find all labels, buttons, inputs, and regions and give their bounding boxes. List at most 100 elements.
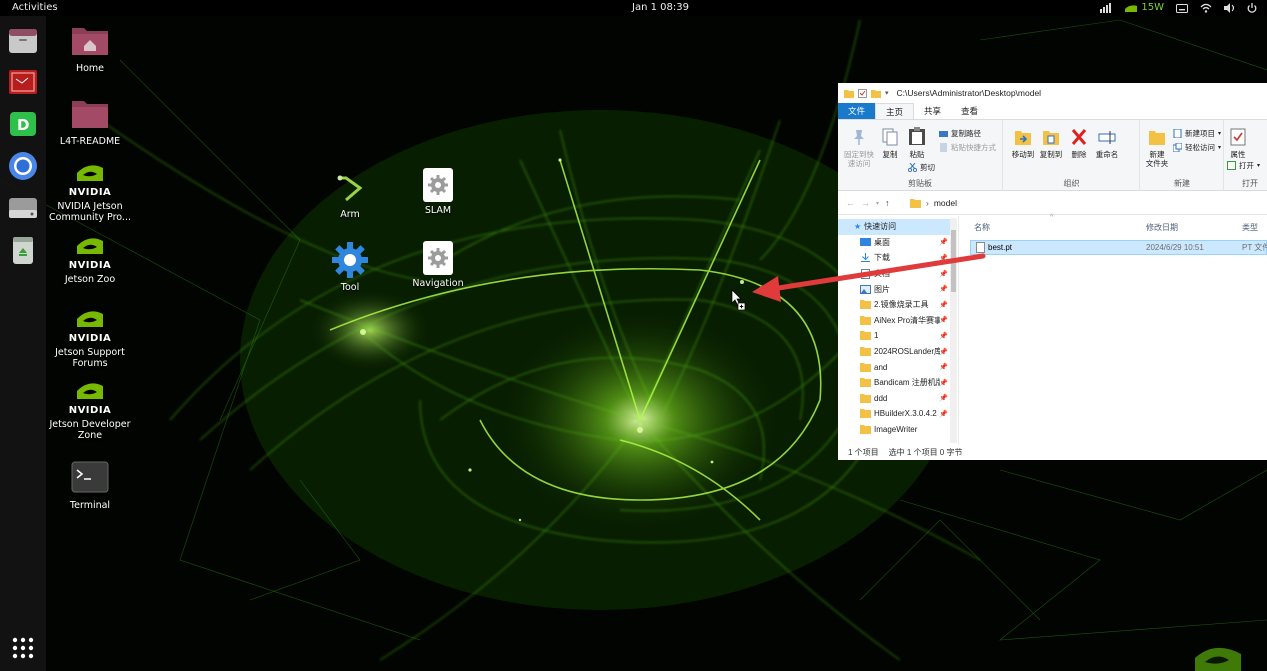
nav-quick-access[interactable]: ★ 快速访问 [838, 219, 950, 235]
new-folder-button[interactable]: 新建 文件夹 [1143, 128, 1171, 168]
nav-pane-scrollbar[interactable] [950, 218, 957, 443]
desktop-app-slam[interactable]: SLAM [393, 168, 483, 216]
folder-icon [860, 362, 871, 372]
tab-view[interactable]: 查看 [951, 103, 988, 119]
column-header-name[interactable]: 名称 [974, 222, 990, 233]
app-label: Navigation [412, 278, 464, 289]
desktop-icon-label: Jetson Developer Zone [49, 419, 131, 441]
pin-quick-access-label: 固定到快 速访问 [844, 150, 874, 168]
forward-arrow-icon[interactable]: → [861, 198, 870, 208]
pin-icon: 📌 [939, 270, 948, 278]
nav-item-folder[interactable]: 2.镜像烧录工具 📌 [838, 297, 950, 313]
desktop-icon-label: Home [75, 63, 105, 74]
nav-item-desktop[interactable]: 桌面 📌 [838, 235, 950, 251]
clipboard-icon [909, 127, 925, 145]
ribbon-group-clipboard: 固定到快 速访问 复制 粘贴 复制路径 粘贴快捷方式 剪切 剪贴板 [838, 120, 1003, 191]
d-app-icon: D [10, 112, 36, 136]
dock-drive[interactable] [7, 192, 39, 224]
copy-button[interactable]: 复制 [878, 128, 902, 159]
properties-quick-icon[interactable] [858, 88, 867, 98]
pin-icon: 📌 [939, 410, 948, 418]
address-bar[interactable]: › model [910, 198, 957, 208]
nav-item-folder[interactable]: ImageWriter [838, 422, 950, 438]
nvidia-logo-icon: NVIDIA [64, 382, 116, 416]
trash-icon [13, 237, 33, 264]
explorer-title-bar[interactable]: ▾ C:\Users\Administrator\Desktop\model [838, 83, 1267, 103]
up-arrow-icon[interactable]: ↑ [885, 198, 890, 208]
pin-icon: 📌 [939, 364, 948, 372]
paste-shortcut-button[interactable]: 粘贴快捷方式 [939, 142, 996, 153]
folder-icon [860, 425, 871, 435]
desktop-icon-label: NVIDIA Jetson Community Pro... [49, 201, 131, 223]
desktop-icon-terminal[interactable]: Terminal [45, 461, 135, 511]
copy-to-button[interactable]: 复制到 [1038, 128, 1064, 159]
power-mode-indicator[interactable]: 15W [1124, 0, 1164, 16]
wifi-icon [1200, 3, 1212, 13]
desktop-app-arm[interactable]: Arm [305, 170, 395, 220]
desktop-app-tool[interactable]: Tool [305, 241, 395, 293]
file-explorer-window[interactable]: ▾ C:\Users\Administrator\Desktop\model 文… [838, 83, 1267, 460]
gear-settings-icon [423, 168, 453, 202]
column-header-type[interactable]: 类型 [1242, 222, 1258, 233]
nav-item-folder[interactable]: HBuilderX.3.0.4.2 📌 [838, 406, 950, 422]
desktop-app-navigation[interactable]: Navigation [393, 241, 483, 289]
nav-item-pictures[interactable]: 图片 📌 [838, 281, 950, 297]
paste-button[interactable]: 粘贴 [904, 126, 930, 159]
ribbon-group-open: 属性 打开 ▾ 打开 [1225, 120, 1267, 191]
nav-item-folder[interactable]: and 📌 [838, 359, 950, 375]
scrollbar-thumb[interactable] [951, 230, 956, 292]
breadcrumb-model[interactable]: model [934, 198, 957, 208]
delete-button[interactable]: 删除 [1068, 128, 1090, 159]
nav-item-folder[interactable]: ddd 📌 [838, 391, 950, 407]
desktop-icon-jetson-support-forums[interactable]: NVIDIA Jetson Support Forums [45, 310, 135, 369]
dock-dashboard-app[interactable]: D [7, 108, 39, 140]
show-apps-button[interactable] [7, 632, 39, 664]
file-type: PT 文件 [1242, 243, 1267, 252]
clock[interactable]: Jan 1 08:39 [632, 0, 689, 16]
cut-button[interactable]: 剪切 [908, 162, 935, 173]
nav-item-folder[interactable]: 2024ROSLander库 📌 [838, 344, 950, 360]
back-arrow-icon[interactable]: ← [846, 198, 855, 208]
file-modified: 2024/6/29 10:51 [1146, 243, 1204, 252]
properties-button[interactable]: 属性 [1225, 128, 1251, 159]
recent-dropdown-icon[interactable]: ▾ [876, 198, 879, 208]
new-folder-quick-icon[interactable] [871, 89, 881, 98]
pin-quick-access-button[interactable]: 固定到快 速访问 [842, 128, 876, 168]
dock-trash[interactable] [7, 234, 39, 266]
new-item-button[interactable]: 新建项目 ▾ [1173, 128, 1221, 139]
nav-item-folder[interactable]: Bandicam 注册机版 📌 [838, 375, 950, 391]
folder-icon [860, 347, 871, 357]
dock-chromium-browser[interactable] [7, 150, 39, 182]
desktop-icon-home[interactable]: Home [45, 24, 135, 74]
folder-icon [860, 331, 871, 341]
tab-home[interactable]: 主页 [875, 103, 915, 119]
desktop-folder-icon [860, 237, 871, 246]
system-tray[interactable]: 15W [1100, 0, 1257, 16]
move-to-label: 移动到 [1011, 150, 1035, 159]
dock-screenshot-tool[interactable] [7, 66, 39, 98]
desktop-icon-jetson-developer-zone[interactable]: NVIDIA Jetson Developer Zone [45, 382, 135, 441]
dock: D [0, 16, 46, 671]
nav-item-folder[interactable]: AiNex Pro清华赛事 📌 [838, 313, 950, 329]
tab-file[interactable]: 文件 [838, 103, 876, 119]
desktop-icon-jetson-zoo[interactable]: NVIDIA Jetson Zoo [45, 237, 135, 285]
svg-text:D: D [17, 116, 29, 134]
nav-item-folder[interactable]: 1 📌 [838, 328, 950, 344]
column-header-modified[interactable]: 修改日期 [1146, 222, 1178, 233]
desktop-icon-nvidia-community[interactable]: NVIDIA NVIDIA Jetson Community Pro... [45, 164, 135, 223]
folder-icon [72, 101, 108, 128]
nav-item-documents[interactable]: 文档 📌 [838, 266, 950, 282]
copy-path-button[interactable]: 复制路径 [939, 128, 981, 139]
group-label-clipboard: 剪贴板 [908, 179, 932, 188]
nav-item-downloads[interactable]: 下载 📌 [838, 250, 950, 266]
dock-file-manager[interactable] [7, 24, 39, 56]
file-row-best-pt[interactable]: best.pt 2024/6/29 10:51 PT 文件 [970, 240, 1267, 255]
tab-share[interactable]: 共享 [914, 103, 951, 119]
rename-button[interactable]: 重命名 [1092, 128, 1122, 159]
quick-access-dropdown-icon[interactable]: ▾ [885, 89, 889, 97]
easy-access-button[interactable]: 轻松访问 ▾ [1173, 142, 1221, 153]
desktop-icon-l4t-readme[interactable]: L4T-README [45, 97, 135, 147]
move-to-button[interactable]: 移动到 [1010, 128, 1036, 159]
open-button[interactable]: 打开 ▾ [1227, 160, 1260, 171]
activities-button[interactable]: Activities [12, 0, 58, 16]
